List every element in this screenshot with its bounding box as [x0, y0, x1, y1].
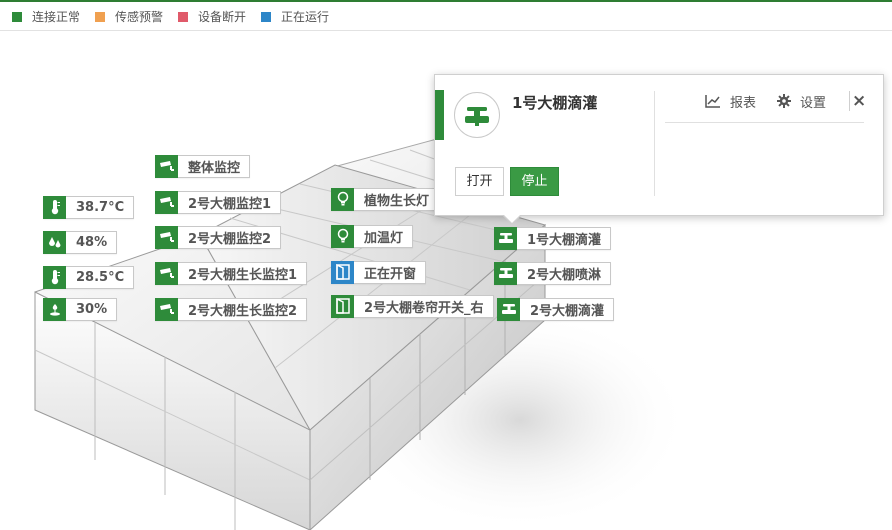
device-avatar	[454, 92, 500, 138]
monitor-growth-1[interactable]: 2号大棚生长监控1	[155, 261, 308, 285]
tag-label: 2号大棚滴灌	[530, 304, 605, 319]
device-popup: 1号大棚滴灌 打开 停止 报表 设置 ×	[434, 74, 884, 225]
legend-swatch	[95, 12, 105, 22]
popup-title: 1号大棚滴灌	[512, 94, 598, 112]
device-heat-lamp[interactable]: 加温灯	[331, 224, 414, 248]
water-drops-icon	[43, 230, 66, 254]
report-label: 报表	[730, 95, 757, 111]
device-sprinkler-2[interactable]: 2号大棚喷淋	[494, 261, 612, 285]
monitor-growth-2[interactable]: 2号大棚生长监控2	[155, 297, 308, 321]
close-divider	[849, 91, 850, 111]
legend-label: 设备断开	[198, 10, 247, 24]
tag-label: 整体监控	[188, 161, 241, 176]
monitor-2-1[interactable]: 2号大棚监控1	[155, 190, 282, 214]
popup-divider-horizontal	[665, 122, 864, 123]
tag-label: 2号大棚生长监控1	[188, 268, 298, 283]
sensor-temperature-2[interactable]: 28.5°C	[43, 265, 135, 289]
faucet-icon	[494, 261, 517, 285]
camera-icon	[155, 225, 178, 249]
thermometer-icon	[43, 195, 66, 219]
legend-swatch	[178, 12, 188, 22]
sensor-value: 28.5°C	[76, 270, 125, 285]
popup-divider-vertical	[654, 91, 655, 196]
legend-label: 连接正常	[32, 10, 81, 24]
monitor-2-2[interactable]: 2号大棚监控2	[155, 225, 282, 249]
legend-label: 正在运行	[281, 10, 330, 24]
settings-button[interactable]: 设置	[777, 92, 827, 111]
legend-swatch	[12, 12, 22, 22]
thermometer-icon	[43, 265, 66, 289]
close-icon[interactable]: ×	[852, 91, 866, 111]
tag-label: 2号大棚喷淋	[527, 268, 602, 283]
device-curtain-switch[interactable]: 2号大棚卷帘开关_右	[331, 294, 494, 318]
tag-label: 植物生长灯	[364, 194, 430, 209]
monitor-overall[interactable]: 整体监控	[155, 154, 251, 178]
lightbulb-icon	[331, 187, 354, 211]
legend-swatch	[261, 12, 271, 22]
faucet-icon	[494, 226, 517, 250]
tag-label: 2号大棚卷帘开关_右	[364, 301, 484, 316]
tag-label: 加温灯	[364, 231, 404, 246]
open-button[interactable]: 打开	[455, 167, 504, 196]
camera-icon	[155, 261, 178, 285]
window-icon	[331, 294, 354, 318]
tag-label: 2号大棚监控1	[188, 197, 272, 212]
tag-label: 2号大棚生长监控2	[188, 304, 298, 319]
tag-label: 1号大棚滴灌	[527, 233, 602, 248]
plant-moisture-icon	[43, 297, 66, 321]
stop-button[interactable]: 停止	[510, 167, 559, 196]
device-window-opening[interactable]: 正在开窗	[331, 260, 427, 284]
tag-label: 正在开窗	[364, 267, 417, 282]
window-icon	[331, 260, 354, 284]
line-chart-icon	[705, 95, 720, 108]
tag-label: 2号大棚监控2	[188, 232, 272, 247]
status-legend: 连接正常 传感预警 设备断开 正在运行	[0, 2, 892, 31]
report-button[interactable]: 报表	[705, 92, 757, 111]
faucet-icon	[465, 107, 489, 126]
settings-label: 设置	[800, 95, 827, 111]
sensor-value: 48%	[76, 235, 108, 250]
sensor-humidity[interactable]: 48%	[43, 230, 118, 254]
sensor-temperature-1[interactable]: 38.7°C	[43, 195, 135, 219]
sensor-soil-moisture[interactable]: 30%	[43, 297, 118, 321]
sensor-value: 38.7°C	[76, 200, 125, 215]
popup-pointer-fill	[504, 215, 520, 223]
sensor-value: 30%	[76, 302, 108, 317]
device-drip-irrigation-1[interactable]: 1号大棚滴灌	[494, 226, 612, 250]
camera-icon	[155, 154, 178, 178]
gear-icon	[777, 94, 791, 108]
device-plant-light[interactable]: 植物生长灯	[331, 187, 440, 211]
camera-icon	[155, 190, 178, 214]
lightbulb-icon	[331, 224, 354, 248]
faucet-icon	[497, 297, 520, 321]
popup-status-accent	[435, 90, 444, 140]
device-drip-irrigation-2[interactable]: 2号大棚滴灌	[497, 297, 615, 321]
camera-icon	[155, 297, 178, 321]
legend-label: 传感预警	[115, 10, 164, 24]
